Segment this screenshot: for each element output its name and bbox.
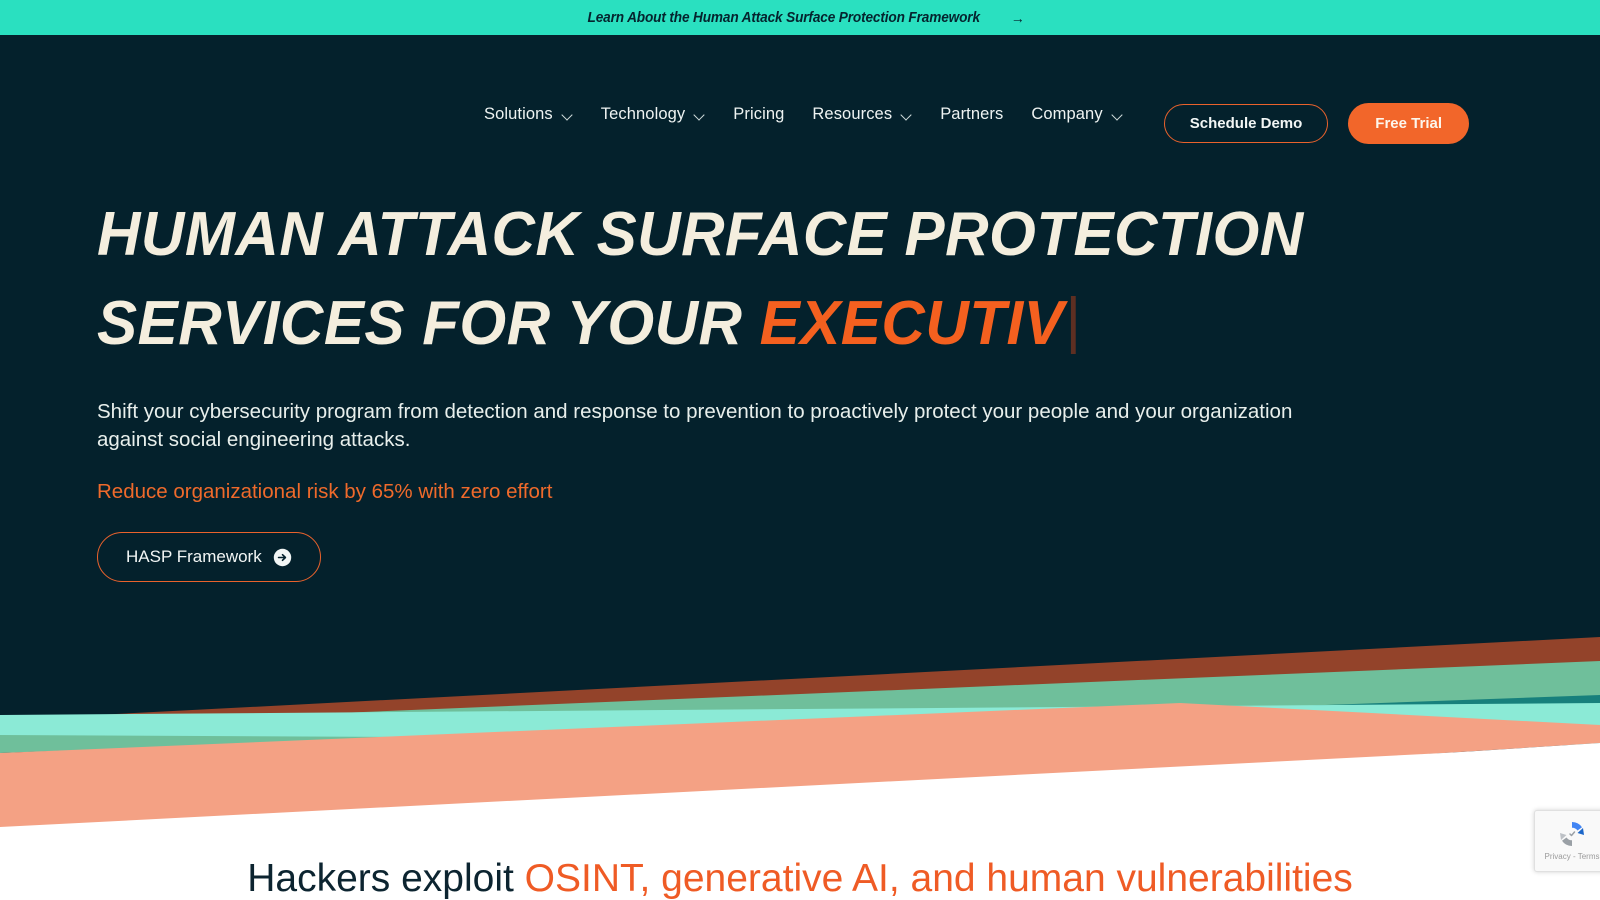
nav-menu: Solutions Technology Pricing Resources P… [470, 105, 1137, 124]
hero-headline-line-2: SERVICES FOR YOUR EXECUTIV [97, 279, 1387, 368]
recaptcha-logo-icon [1556, 818, 1588, 850]
arrow-right-icon: → [1010, 9, 1025, 26]
nav-item-label: Partners [940, 105, 1004, 123]
nav-item-technology[interactable]: Technology [587, 105, 719, 124]
nav-item-partners[interactable]: Partners [926, 105, 1017, 124]
announcement-bar[interactable]: Learn About the Human Attack Surface Pro… [0, 0, 1600, 35]
schedule-demo-button[interactable]: Schedule Demo [1163, 104, 1329, 143]
hero-headline-static-part: SERVICES FOR YOUR [97, 289, 760, 358]
announcement-text: Learn About the Human Attack Surface Pro… [587, 9, 981, 26]
nav-actions: Schedule Demo Free Trial [1163, 103, 1469, 144]
below-hero-section: Hackers exploit OSINT, generative AI, an… [0, 835, 1600, 900]
arrow-circle-right-icon [273, 548, 292, 567]
nav-item-resources[interactable]: Resources [798, 105, 926, 124]
hero-content: HUMAN ATTACK SURFACE PROTECTION SERVICES… [97, 190, 1427, 582]
nav-item-label: Company [1031, 105, 1103, 123]
hero-subcopy: Shift your cybersecurity program from de… [97, 400, 1293, 451]
hero-section: Solutions Technology Pricing Resources P… [0, 35, 1600, 835]
below-heading-accent: OSINT, generative AI, and human vulnerab… [524, 857, 1353, 900]
chevron-down-icon [1112, 111, 1123, 118]
nav-item-label: Resources [812, 105, 893, 123]
free-trial-button[interactable]: Free Trial [1348, 103, 1469, 144]
below-heading-static: Hackers exploit [247, 857, 525, 900]
below-hero-heading: Hackers exploit OSINT, generative AI, an… [0, 855, 1600, 900]
diagonal-bands-graphic [0, 575, 1600, 835]
hasp-framework-button[interactable]: HASP Framework [97, 532, 321, 582]
chevron-down-icon [901, 111, 912, 118]
nav-item-solutions[interactable]: Solutions [470, 105, 587, 124]
recaptcha-terms-label[interactable]: Privacy - Terms [1545, 852, 1600, 861]
chevron-down-icon [694, 111, 705, 118]
nav-item-company[interactable]: Company [1017, 105, 1136, 124]
hero-headline-line-1: HUMAN ATTACK SURFACE PROTECTION [97, 200, 1304, 269]
nav-item-pricing[interactable]: Pricing [719, 105, 798, 124]
nav-item-label: Technology [600, 105, 686, 123]
hero-risk-statement: Reduce organizational risk by 65% with z… [97, 480, 553, 503]
chevron-down-icon [562, 111, 573, 118]
nav-item-label: Pricing [733, 105, 785, 123]
hero-headline-typed-word: EXECUTIV [759, 289, 1065, 358]
typing-caret-icon [1071, 296, 1076, 354]
nav-item-label: Solutions [484, 105, 553, 123]
recaptcha-badge[interactable]: Privacy - Terms [1534, 810, 1600, 872]
main-navigation: Solutions Technology Pricing Resources P… [0, 35, 1600, 150]
hasp-framework-label: HASP Framework [126, 547, 262, 566]
